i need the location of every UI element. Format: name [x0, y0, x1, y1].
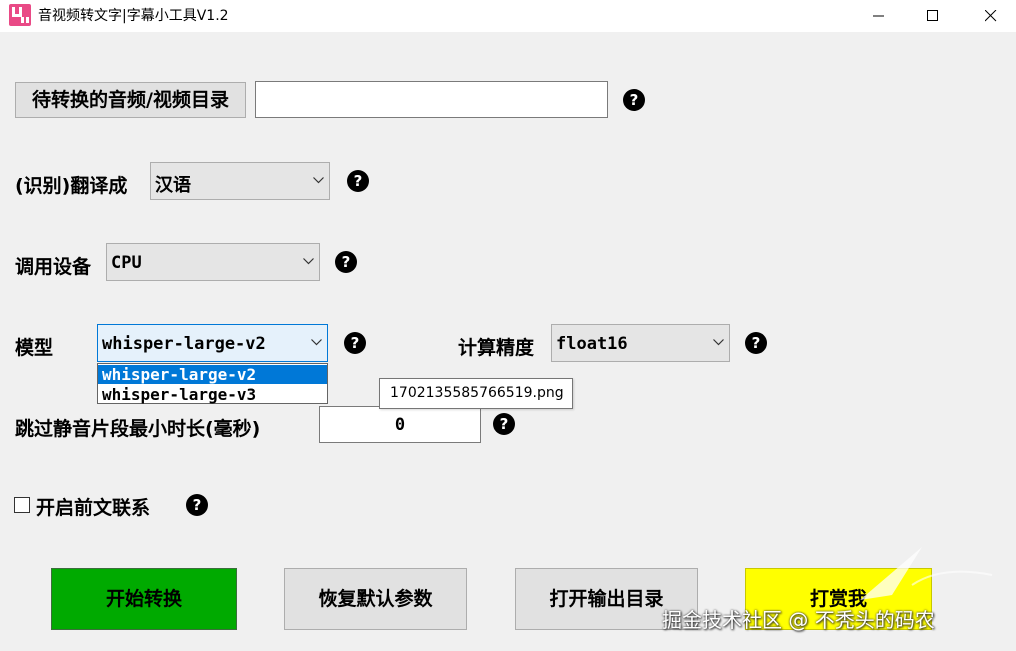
- maximize-icon: [927, 10, 938, 21]
- model-label: 模型: [15, 337, 54, 359]
- precision-select-value: float16: [556, 334, 628, 354]
- device-select-value: CPU: [111, 253, 142, 273]
- chevron-down-icon: [713, 339, 724, 346]
- help-icon[interactable]: ?: [344, 332, 366, 354]
- min-silence-field[interactable]: 0: [319, 406, 481, 443]
- watermark-text: 掘金技术社区 @ 不秃头的码农: [662, 608, 935, 632]
- help-icon[interactable]: ?: [745, 332, 767, 354]
- chevron-down-icon: [311, 339, 322, 346]
- minimize-icon: [873, 15, 884, 17]
- translate-select[interactable]: 汉语: [150, 162, 330, 200]
- start-convert-button[interactable]: 开始转换: [51, 568, 237, 630]
- help-icon[interactable]: ?: [493, 413, 515, 435]
- close-button[interactable]: [968, 0, 1014, 32]
- reset-defaults-button[interactable]: 恢复默认参数: [284, 568, 467, 630]
- precision-label: 计算精度: [458, 337, 535, 359]
- context-label[interactable]: 开启前文联系: [36, 493, 150, 520]
- watermark-logo: [860, 547, 993, 600]
- input-dir-field[interactable]: [255, 81, 608, 118]
- select-input-dir-button[interactable]: 待转换的音频/视频目录: [15, 82, 246, 118]
- help-icon[interactable]: ?: [623, 89, 645, 111]
- device-select[interactable]: CPU: [106, 243, 320, 281]
- model-option-v2[interactable]: whisper-large-v2: [98, 365, 327, 384]
- chevron-down-icon: [303, 258, 314, 265]
- min-silence-value: 0: [394, 415, 406, 435]
- filename-tooltip: 1702135585766519.png: [379, 378, 573, 409]
- maximize-button[interactable]: [910, 0, 956, 32]
- device-label: 调用设备: [15, 256, 92, 278]
- help-icon[interactable]: ?: [335, 251, 357, 273]
- precision-select[interactable]: float16: [551, 324, 730, 362]
- help-icon[interactable]: ?: [186, 494, 208, 516]
- model-select[interactable]: whisper-large-v2: [97, 324, 328, 362]
- title-bar: 音视频转文字|字幕小工具V1.2: [0, 0, 1016, 32]
- min-silence-label: 跳过静音片段最小时长(毫秒): [15, 418, 261, 440]
- minimize-button[interactable]: [856, 0, 902, 32]
- chevron-down-icon: [313, 177, 324, 184]
- app-logo-icon: [9, 4, 31, 26]
- model-dropdown-list: whisper-large-v2 whisper-large-v3: [97, 363, 328, 404]
- help-icon[interactable]: ?: [347, 170, 369, 192]
- model-select-value: whisper-large-v2: [102, 334, 266, 354]
- model-option-v3[interactable]: whisper-large-v3: [98, 385, 327, 404]
- window-title: 音视频转文字|字幕小工具V1.2: [38, 8, 229, 24]
- close-icon: [985, 10, 997, 22]
- translate-label: (识别)翻译成: [15, 175, 128, 197]
- translate-select-value: 汉语: [155, 175, 191, 196]
- context-checkbox[interactable]: [14, 497, 30, 513]
